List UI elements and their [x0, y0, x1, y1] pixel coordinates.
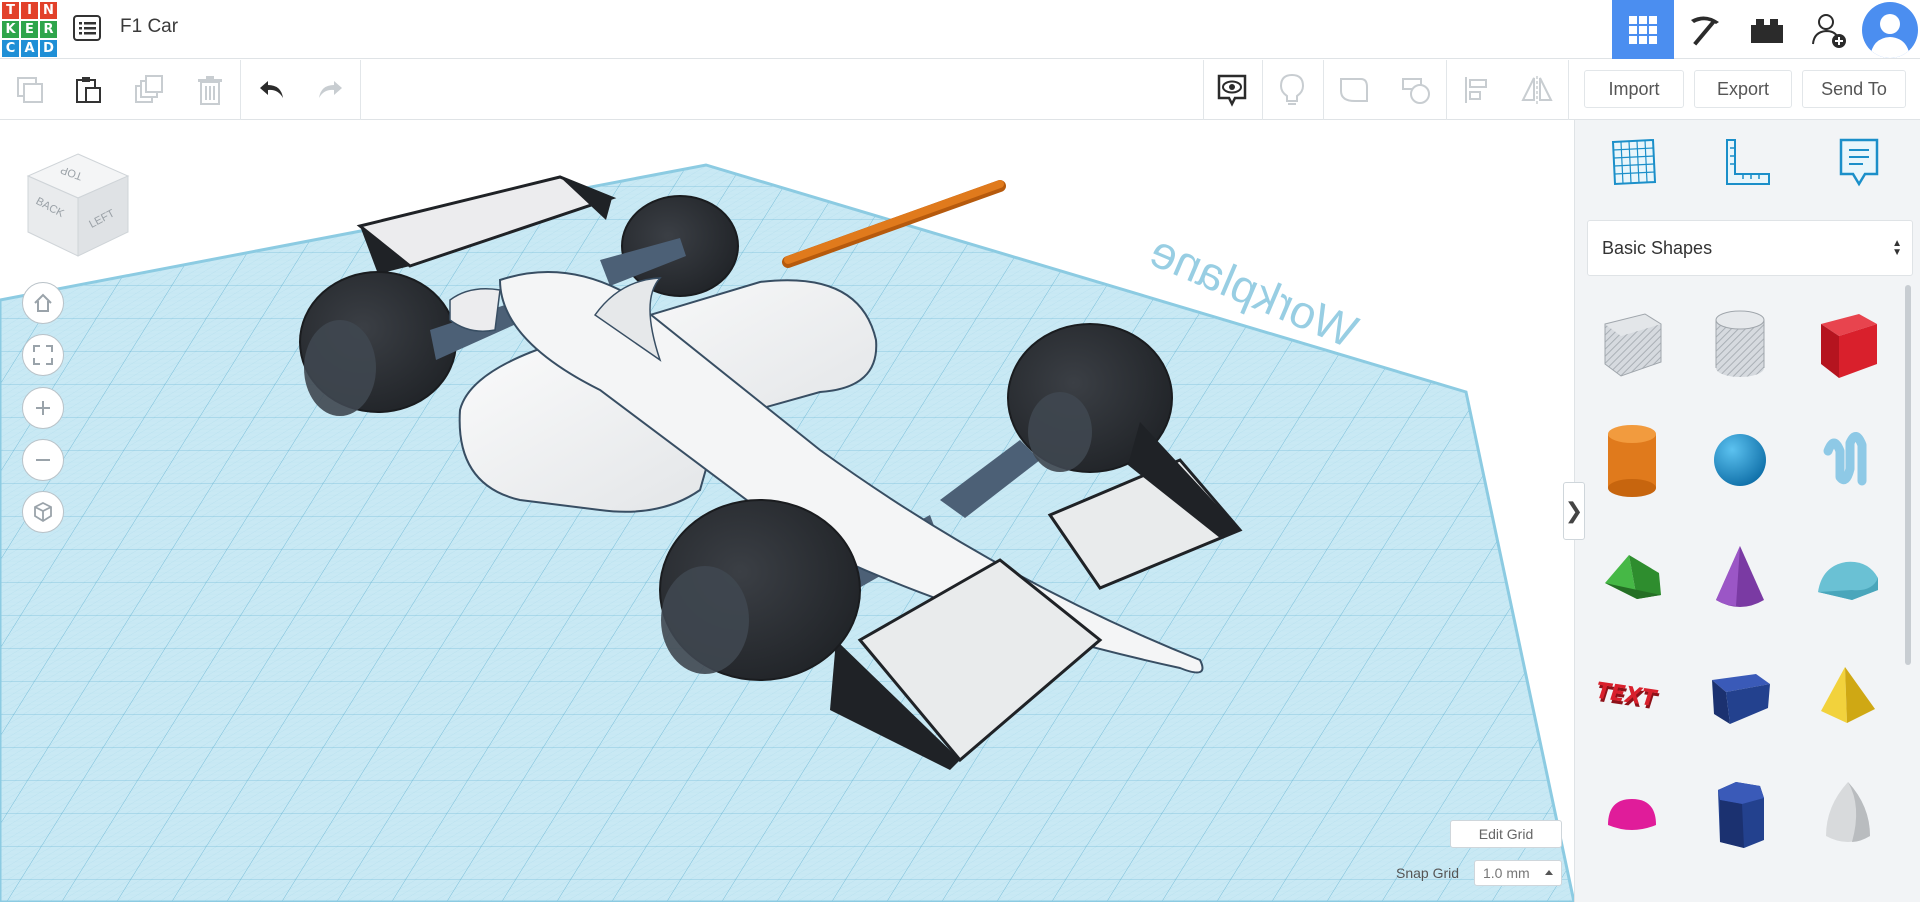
redo-button[interactable] — [310, 70, 350, 110]
logo-letter: D — [40, 40, 57, 57]
perspective-button[interactable] — [22, 491, 64, 533]
grid-icon — [1611, 138, 1657, 186]
3d-scene[interactable]: Workplane — [0, 120, 1574, 902]
export-button[interactable]: Export — [1694, 70, 1792, 108]
brick-icon — [1751, 18, 1783, 43]
logo-letter: I — [21, 2, 38, 19]
pickaxe-view-button[interactable] — [1674, 0, 1736, 59]
logo-letter: K — [2, 21, 19, 38]
add-user-icon — [1812, 13, 1846, 48]
box-hole-shape[interactable] — [1587, 292, 1677, 392]
cylinder-shape[interactable] — [1587, 410, 1677, 510]
top-header: TIN KER CAD F1 Car — [0, 0, 1920, 59]
paste-button[interactable] — [68, 70, 108, 110]
align-icon — [1465, 77, 1487, 103]
pyramid-shape[interactable] — [1803, 646, 1893, 746]
zoom-in-button[interactable] — [22, 387, 64, 429]
zoom-out-button[interactable] — [22, 439, 64, 481]
import-button[interactable]: Import — [1584, 70, 1684, 108]
caret-up-icon — [1545, 870, 1553, 875]
paste-icon — [76, 77, 101, 103]
view-cube[interactable]: TOP BACK LEFT — [24, 150, 134, 260]
trash-icon — [198, 76, 222, 105]
logo-letter: R — [40, 21, 57, 38]
round-roof-shape[interactable] — [1803, 528, 1893, 628]
logo-letter: N — [40, 2, 57, 19]
pickaxe-icon — [1691, 15, 1719, 46]
workplane-tool-button[interactable] — [1605, 134, 1661, 190]
cube-icon — [34, 501, 52, 523]
half-sphere-shape[interactable] — [1587, 764, 1677, 864]
box-shape[interactable] — [1803, 292, 1893, 392]
cylinder-hole-shape[interactable] — [1695, 292, 1785, 392]
show-all-button[interactable] — [1212, 70, 1252, 110]
home-icon — [34, 293, 52, 312]
ruler-tool-button[interactable] — [1719, 134, 1775, 190]
paraboloid-shape[interactable] — [1803, 764, 1893, 864]
duplicate-button[interactable] — [128, 70, 168, 110]
group-button[interactable] — [1334, 70, 1374, 110]
up-down-icon: ▲ ▼ — [1892, 238, 1902, 258]
snap-grid-label: Snap Grid — [1396, 865, 1460, 881]
panel-collapse-button[interactable]: ❯ — [1563, 482, 1585, 540]
snap-grid-value: 1.0 mm — [1483, 865, 1530, 881]
align-button[interactable] — [1457, 70, 1497, 110]
edit-grid-button[interactable]: Edit Grid — [1450, 820, 1562, 848]
minus-icon — [36, 459, 50, 461]
3d-design-view-button[interactable] — [1612, 0, 1674, 59]
scribble-shape[interactable] — [1803, 410, 1893, 510]
avatar — [1862, 1, 1918, 58]
light-bulb-button[interactable] — [1272, 70, 1312, 110]
bricks-view-button[interactable] — [1736, 0, 1798, 59]
ruler-icon — [1726, 139, 1770, 185]
undo-icon — [260, 81, 283, 98]
shapes-scrollbar[interactable] — [1905, 285, 1911, 665]
logo-letter: A — [21, 40, 38, 57]
shapes-panel: Basic Shapes ▲ ▼ TEXT TEXT — [1574, 120, 1920, 902]
copy-icon — [17, 77, 43, 103]
fit-view-button[interactable] — [22, 334, 64, 376]
fit-icon — [33, 345, 53, 365]
snap-grid-select[interactable]: 1.0 mm — [1474, 860, 1562, 886]
ungroup-icon — [1402, 78, 1430, 104]
polygon-shape[interactable] — [1695, 764, 1785, 864]
shape-category-label: Basic Shapes — [1602, 237, 1713, 258]
eye-bubble-icon — [1217, 74, 1247, 107]
group-icon — [1340, 78, 1368, 102]
notes-icon — [1839, 138, 1879, 187]
logo-letter: C — [2, 40, 19, 57]
grid-view-icon — [1629, 15, 1657, 44]
copy-button[interactable] — [10, 70, 50, 110]
workplane-canvas[interactable]: Workplane TOP BACK LEFT Edit Grid Snap G… — [0, 120, 1574, 902]
delete-button[interactable] — [190, 70, 230, 110]
add-user-button[interactable] — [1798, 0, 1860, 59]
chevron-right-icon: ❯ — [1564, 498, 1584, 523]
project-title[interactable]: F1 Car — [120, 16, 178, 38]
wedge-shape[interactable] — [1695, 646, 1785, 746]
logo-letter: E — [21, 21, 38, 38]
plus-icon — [36, 401, 50, 415]
notes-tool-button[interactable] — [1831, 134, 1887, 190]
logo-letter: T — [2, 2, 19, 19]
roof-shape[interactable] — [1587, 528, 1677, 628]
mirror-button[interactable] — [1517, 70, 1557, 110]
cone-shape[interactable] — [1695, 528, 1785, 628]
home-view-button[interactable] — [22, 282, 64, 324]
mirror-icon — [1521, 76, 1553, 104]
sphere-shape[interactable] — [1695, 410, 1785, 510]
send-to-button[interactable]: Send To — [1802, 70, 1906, 108]
redo-icon — [319, 81, 342, 98]
undo-button[interactable] — [252, 70, 292, 110]
text-shape[interactable]: TEXT TEXT — [1587, 646, 1677, 746]
edit-toolbar: Import Export Send To — [0, 60, 1920, 120]
ungroup-button[interactable] — [1396, 70, 1436, 110]
user-avatar-button[interactable] — [1860, 0, 1920, 59]
duplicate-icon — [135, 75, 163, 103]
designs-list-icon[interactable] — [72, 14, 102, 42]
light-bulb-icon — [1279, 73, 1305, 105]
tinkercad-logo[interactable]: TIN KER CAD — [2, 2, 57, 57]
shape-category-select[interactable]: Basic Shapes ▲ ▼ — [1587, 220, 1913, 276]
